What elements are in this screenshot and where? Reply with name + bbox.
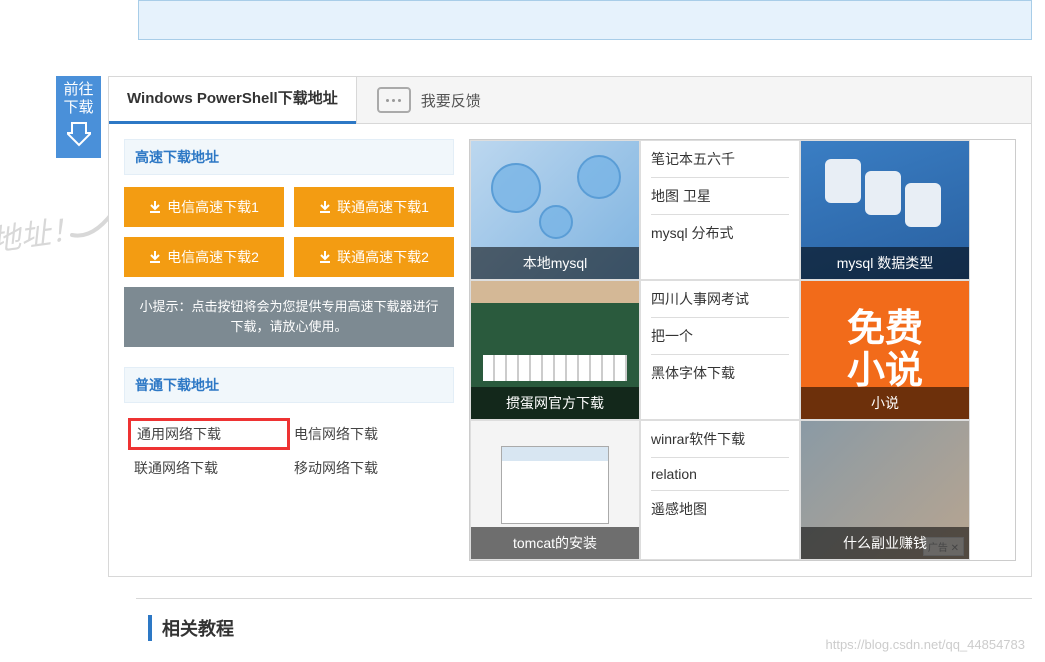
ad-link[interactable]: 笔记本五六千 [651, 141, 789, 178]
download-icon [319, 201, 331, 213]
ad-tile-novel[interactable]: 免费 小说 小说 [800, 280, 970, 420]
speed-btn-label: 联通高速下载2 [337, 247, 429, 267]
tab-download-address[interactable]: Windows PowerShell下载地址 [109, 77, 356, 124]
ad-link[interactable]: 遥感地图 [651, 491, 789, 527]
speed-btn-telecom-2[interactable]: 电信高速下载2 [124, 237, 284, 277]
go-download-text-2: 下载 [59, 99, 98, 117]
normal-link-telecom[interactable]: 电信网络下载 [294, 421, 444, 447]
ad-text-group-3: winrar软件下载 relation 遥感地图 [640, 420, 800, 560]
ad-link[interactable]: 把一个 [651, 318, 789, 355]
download-icon [319, 251, 331, 263]
ad-caption: 小说 [801, 387, 969, 419]
speed-btn-unicom-1[interactable]: 联通高速下载1 [294, 187, 454, 227]
tab-feedback-label: 我要反馈 [421, 90, 481, 111]
ad-text-group-2: 四川人事网考试 把一个 黑体字体下载 [640, 280, 800, 420]
go-download-button[interactable]: 前往 下载 [56, 76, 101, 158]
speed-btn-telecom-1[interactable]: 电信高速下载1 [124, 187, 284, 227]
speed-btn-label: 联通高速下载1 [337, 197, 429, 217]
tab-feedback[interactable]: 我要反馈 [356, 77, 501, 123]
speed-section-title: 高速下载地址 [124, 139, 454, 175]
speed-btn-label: 电信高速下载1 [167, 197, 259, 217]
ad-caption: mysql 数据类型 [801, 247, 969, 279]
ad-caption: 什么副业赚钱 [801, 527, 969, 559]
top-info-banner [138, 0, 1032, 40]
main-download-panel: Windows PowerShell下载地址 我要反馈 高速下载地址 电信高速下… [108, 76, 1032, 577]
watermark-text: https://blog.csdn.net/qq_44854783 [826, 637, 1026, 652]
ad-link[interactable]: mysql 分布式 [651, 215, 789, 251]
ad-text-group-1: 笔记本五六千 地图 卫星 mysql 分布式 [640, 140, 800, 280]
ad-tile-mysql-datatype[interactable]: mysql 数据类型 [800, 140, 970, 280]
ad-link[interactable]: winrar软件下载 [651, 421, 789, 458]
ad-column: 本地mysql 笔记本五六千 地图 卫星 mysql 分布式 mysql 数据类… [469, 139, 1016, 561]
ad-grid: 本地mysql 笔记本五六千 地图 卫星 mysql 分布式 mysql 数据类… [469, 139, 1016, 561]
ad-tile-tomcat[interactable]: tomcat的安装 [470, 420, 640, 560]
ad-big-text-2: 小说 [847, 350, 923, 392]
speed-hint-box: 小提示：点击按钮将会为您提供专用高速下载器进行下载，请放心使用。 [124, 287, 454, 347]
ad-caption: 本地mysql [471, 247, 639, 279]
ad-caption: 掼蛋网官方下载 [471, 387, 639, 419]
ad-tile-guandan[interactable]: 掼蛋网官方下载 [470, 280, 640, 420]
feedback-icon [377, 87, 411, 113]
normal-link-unicom[interactable]: 联通网络下载 [134, 455, 284, 481]
normal-links-grid: 通用网络下载 电信网络下载 联通网络下载 移动网络下载 [124, 415, 454, 487]
download-icon [149, 251, 161, 263]
download-icon [149, 201, 161, 213]
download-arrow-icon [67, 121, 91, 147]
normal-link-mobile[interactable]: 移动网络下载 [294, 455, 444, 481]
ad-link[interactable]: 四川人事网考试 [651, 281, 789, 318]
ad-link[interactable]: relation [651, 458, 789, 491]
ad-link[interactable]: 黑体字体下载 [651, 355, 789, 391]
go-download-text-1: 前往 [59, 81, 98, 99]
ad-link[interactable]: 地图 卫星 [651, 178, 789, 215]
download-left-column: 高速下载地址 电信高速下载1 联通高速下载1 电信高速下载2 联通高速下载2 [124, 139, 454, 561]
tab-bar: Windows PowerShell下载地址 我要反馈 [109, 77, 1031, 124]
speed-buttons-grid: 电信高速下载1 联通高速下载1 电信高速下载2 联通高速下载2 [124, 187, 454, 277]
speed-btn-unicom-2[interactable]: 联通高速下载2 [294, 237, 454, 277]
ad-tile-local-mysql[interactable]: 本地mysql [470, 140, 640, 280]
ad-big-text-1: 免费 [847, 308, 923, 350]
normal-link-generic[interactable]: 通用网络下载 [128, 418, 290, 450]
speed-btn-label: 电信高速下载2 [167, 247, 259, 267]
normal-section-title: 普通下载地址 [124, 367, 454, 403]
content-area: 高速下载地址 电信高速下载1 联通高速下载1 电信高速下载2 联通高速下载2 [109, 124, 1031, 576]
ad-caption: tomcat的安装 [471, 527, 639, 559]
ad-tile-sidejob[interactable]: 什么副业赚钱 广告 ✕ [800, 420, 970, 560]
